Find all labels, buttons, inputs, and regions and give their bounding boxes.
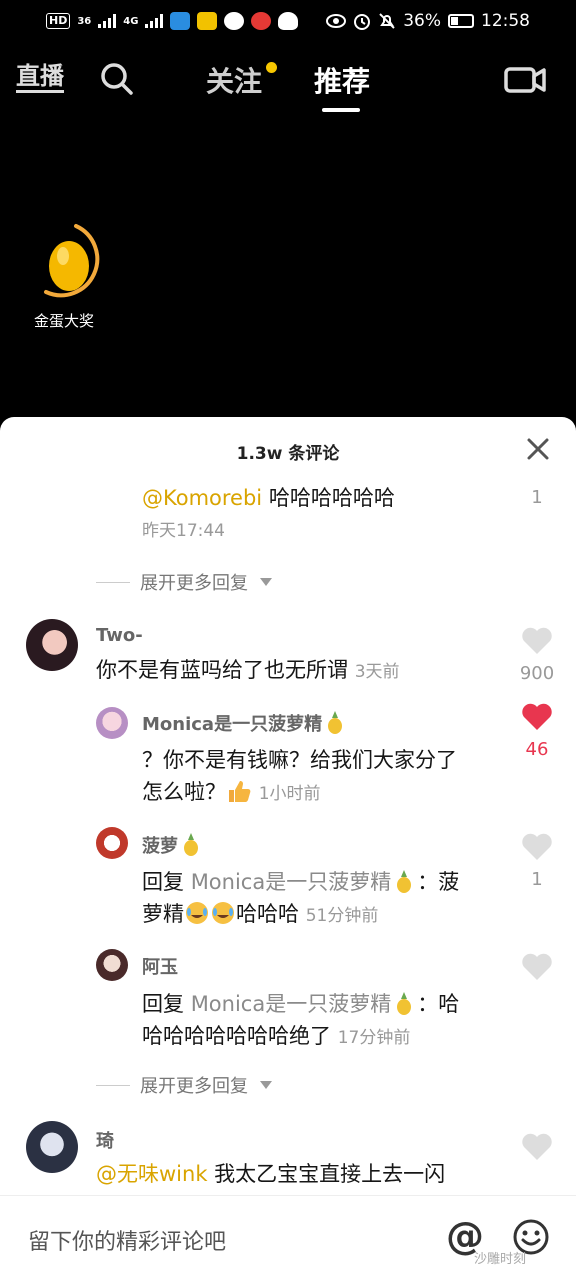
- like-count: 1: [531, 869, 543, 890]
- laugh-cry-emoji-icon: [212, 902, 234, 924]
- comment-input[interactable]: 留下你的精彩评论吧: [28, 1224, 226, 1256]
- notification-dot: [266, 62, 277, 73]
- tab-follow[interactable]: 关注: [206, 60, 262, 100]
- comment-input-bar: 留下你的精彩评论吧 @ 沙雕时刻: [0, 1195, 576, 1280]
- app-notification-icon: [197, 12, 218, 30]
- comment-text: 你不是有蓝吗给了也无所谓 3天前: [96, 658, 400, 682]
- live-tab[interactable]: 直播: [16, 62, 64, 93]
- comment-text: @Komorebi 哈哈哈哈哈哈: [142, 486, 395, 510]
- battery-icon: [448, 14, 474, 28]
- active-tab-indicator: [322, 108, 360, 112]
- caret-down-icon: [260, 1081, 272, 1089]
- pineapple-emoji-icon: [397, 992, 412, 1015]
- wechat-icon: [224, 12, 245, 30]
- expand-label: 展开更多回复: [140, 1076, 248, 1097]
- heart-icon: [522, 1133, 552, 1160]
- comment-sheet: 1.3w 条评论 @Komorebi 哈哈哈哈哈哈 昨天17:44 1 展开更多…: [0, 417, 576, 1280]
- comment-text: 回复 Monica是一只菠萝精 ：哈: [142, 992, 460, 1016]
- avatar[interactable]: [26, 1121, 78, 1173]
- reply-target[interactable]: Monica是一只菠萝精: [191, 992, 392, 1016]
- thumbs-up-emoji-icon: [229, 781, 251, 802]
- eye-icon: [326, 14, 347, 28]
- like-button[interactable]: [512, 1133, 562, 1165]
- like-button[interactable]: 1: [512, 833, 562, 890]
- qq-icon: [278, 12, 299, 30]
- signal-icon: [145, 14, 164, 28]
- like-count: 46: [525, 739, 549, 760]
- heart-filled-icon: [522, 703, 552, 730]
- close-icon[interactable]: [526, 437, 550, 461]
- heart-icon: [522, 833, 552, 860]
- like-button[interactable]: 900: [512, 627, 562, 684]
- top-nav: 直播 关注 推荐: [0, 50, 576, 112]
- golden-egg-widget[interactable]: 金蛋大奖: [24, 222, 108, 332]
- laugh-cry-emoji-icon: [186, 902, 208, 924]
- like-button[interactable]: [512, 953, 562, 985]
- expand-label: 展开更多回复: [140, 573, 248, 594]
- pineapple-emoji-icon: [397, 870, 412, 893]
- hd-tag: HD: [46, 13, 71, 29]
- battery-percent: 36%: [403, 11, 441, 31]
- divider: [96, 581, 130, 583]
- avatar[interactable]: [96, 707, 128, 739]
- tab-recommend[interactable]: 推荐: [314, 60, 370, 100]
- comment-text-line: 萝精 哈哈哈 51分钟前: [142, 902, 379, 926]
- caret-down-icon: [260, 578, 272, 586]
- heart-icon: [522, 953, 552, 980]
- signal-2-label: 4G: [123, 15, 139, 27]
- comment-text: @无味wink 我太乙宝宝直接上去一闪: [96, 1162, 446, 1186]
- like-button[interactable]: 46: [512, 703, 562, 760]
- comment-text: ？你不是有钱嘛？给我们大家分了: [142, 748, 457, 772]
- watermark: 沙雕时刻: [474, 1252, 527, 1267]
- divider: [96, 1084, 130, 1086]
- comment-author[interactable]: Monica是一只菠萝精: [142, 709, 348, 736]
- avatar[interactable]: [96, 949, 128, 981]
- app-notification-icon: [251, 12, 272, 30]
- mention-link[interactable]: @无味wink: [96, 1162, 207, 1186]
- like-count: 900: [519, 663, 555, 684]
- search-icon[interactable]: [100, 62, 134, 96]
- comment-time: 昨天17:44: [142, 521, 225, 541]
- mute-bell-icon: [379, 13, 395, 29]
- golden-egg-icon: [44, 224, 100, 298]
- pineapple-emoji-icon: [184, 833, 198, 856]
- like-button[interactable]: 1: [512, 483, 562, 508]
- pineapple-emoji-icon: [328, 711, 343, 734]
- heart-icon: [522, 627, 552, 654]
- comment-author[interactable]: Two-: [96, 625, 143, 646]
- avatar[interactable]: [26, 619, 78, 671]
- comment-count-title: 1.3w 条评论: [236, 444, 340, 464]
- clock: 12:58: [481, 11, 530, 31]
- expand-replies-button[interactable]: 展开更多回复: [96, 1072, 272, 1098]
- expand-replies-button[interactable]: 展开更多回复: [96, 569, 272, 595]
- comment-author[interactable]: 琦: [96, 1127, 114, 1153]
- camera-icon[interactable]: [504, 64, 546, 96]
- status-bar: HD 36 4G 36% 12:58: [0, 0, 576, 42]
- alarm-icon: [354, 14, 371, 30]
- like-count: 1: [531, 487, 543, 508]
- comment-author[interactable]: 阿玉: [142, 953, 178, 979]
- comment-text-line: 怎么啦？ 1小时前: [142, 780, 321, 804]
- signal-1-label: 36: [77, 15, 92, 27]
- app-notification-icon: [170, 12, 191, 30]
- mention-link[interactable]: @Komorebi: [142, 486, 262, 510]
- comment-text: 回复 Monica是一只菠萝精 ：菠: [142, 870, 460, 894]
- avatar[interactable]: [96, 827, 128, 859]
- golden-egg-label: 金蛋大奖: [33, 312, 94, 330]
- comment-text-line: 哈哈哈哈哈哈哈绝了 17分钟前: [142, 1024, 411, 1048]
- comment-author[interactable]: 菠萝: [142, 831, 204, 858]
- reply-target[interactable]: Monica是一只菠萝精: [191, 870, 392, 894]
- signal-icon: [98, 14, 117, 28]
